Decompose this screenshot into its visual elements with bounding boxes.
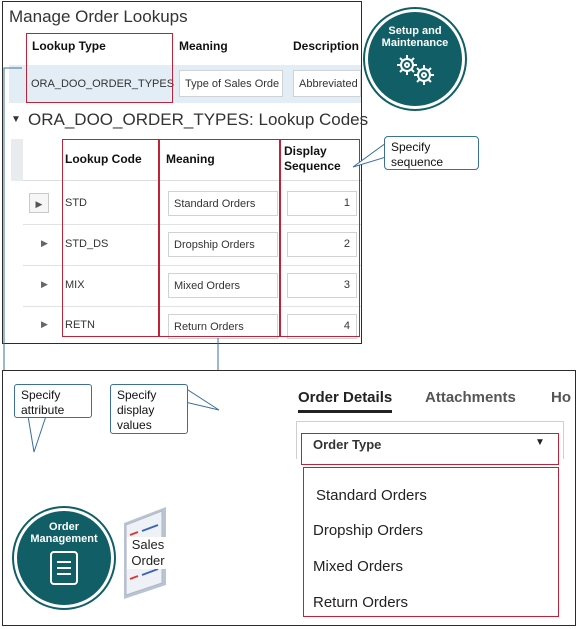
gears-icon: [397, 55, 434, 85]
lookup-type-highlight: [26, 33, 173, 103]
dropdown-option[interactable]: Standard Orders: [316, 487, 427, 504]
badge-label-line2: Maintenance: [381, 37, 449, 49]
lookup-codes-title: ORA_DOO_ORDER_TYPES: Lookup Codes: [28, 110, 369, 129]
table-gutter: [11, 139, 23, 181]
column-header-description[interactable]: Description: [293, 39, 359, 53]
sales-order-label-line2: Order: [131, 553, 165, 568]
callout-line: values: [117, 418, 152, 432]
callout-line: Specify: [117, 388, 157, 402]
dropdown-option[interactable]: Dropship Orders: [313, 522, 423, 539]
sales-order-label: Sales Order: [127, 537, 169, 569]
callout-specify-display-values: Specify display values: [110, 384, 188, 434]
lookup-code-highlight: [62, 139, 159, 337]
document-icon: [50, 551, 78, 585]
callout-line: Specify: [391, 140, 431, 154]
description-field[interactable]: Abbreviated: [293, 70, 361, 97]
badge-label-line1: Order: [49, 521, 79, 533]
tab-order-details[interactable]: Order Details: [298, 389, 392, 406]
manage-order-lookups-window: Manage Order Lookups Lookup Type Meaning…: [2, 1, 368, 344]
chevron-down-icon[interactable]: ▼: [535, 437, 545, 448]
callout-specify-attribute: Specify attribute: [14, 384, 92, 418]
dropdown-option[interactable]: Return Orders: [313, 594, 408, 611]
callout-pointer: [185, 387, 220, 411]
callout-line: display: [117, 403, 155, 417]
display-sequence-highlight: [280, 139, 360, 337]
badge-label-line2: Management: [30, 533, 98, 545]
row-expand-icon[interactable]: ▶: [41, 238, 48, 249]
tab-partial[interactable]: Ho: [551, 389, 571, 406]
row-expand-icon[interactable]: ▶: [41, 319, 48, 330]
order-type-label: Order Type: [313, 437, 382, 452]
dropdown-option[interactable]: Mixed Orders: [313, 558, 403, 575]
meaning-highlight: [159, 139, 280, 337]
page-title: Manage Order Lookups: [9, 7, 188, 26]
callout-line: sequence: [391, 155, 444, 169]
active-tab-underline: [298, 410, 392, 413]
row-expand-icon[interactable]: ▶: [41, 279, 48, 290]
row-expand-icon[interactable]: ▶: [29, 193, 49, 213]
meaning-field[interactable]: Type of Sales Orde: [179, 70, 283, 97]
callout-specify-sequence: Specify sequence: [384, 136, 479, 170]
column-header-meaning[interactable]: Meaning: [179, 39, 228, 53]
sales-order-label-line1: Sales: [131, 537, 165, 552]
setup-and-maintenance-badge: Setup and Maintenance: [368, 12, 462, 106]
callout-line: attribute: [21, 403, 65, 417]
callout-line: Specify: [21, 388, 61, 402]
order-management-badge: Order Management: [17, 511, 111, 605]
badge-label-line1: Setup and: [388, 25, 442, 37]
tab-attachments[interactable]: Attachments: [425, 389, 516, 406]
collapse-triangle-icon[interactable]: ▼: [11, 114, 21, 125]
